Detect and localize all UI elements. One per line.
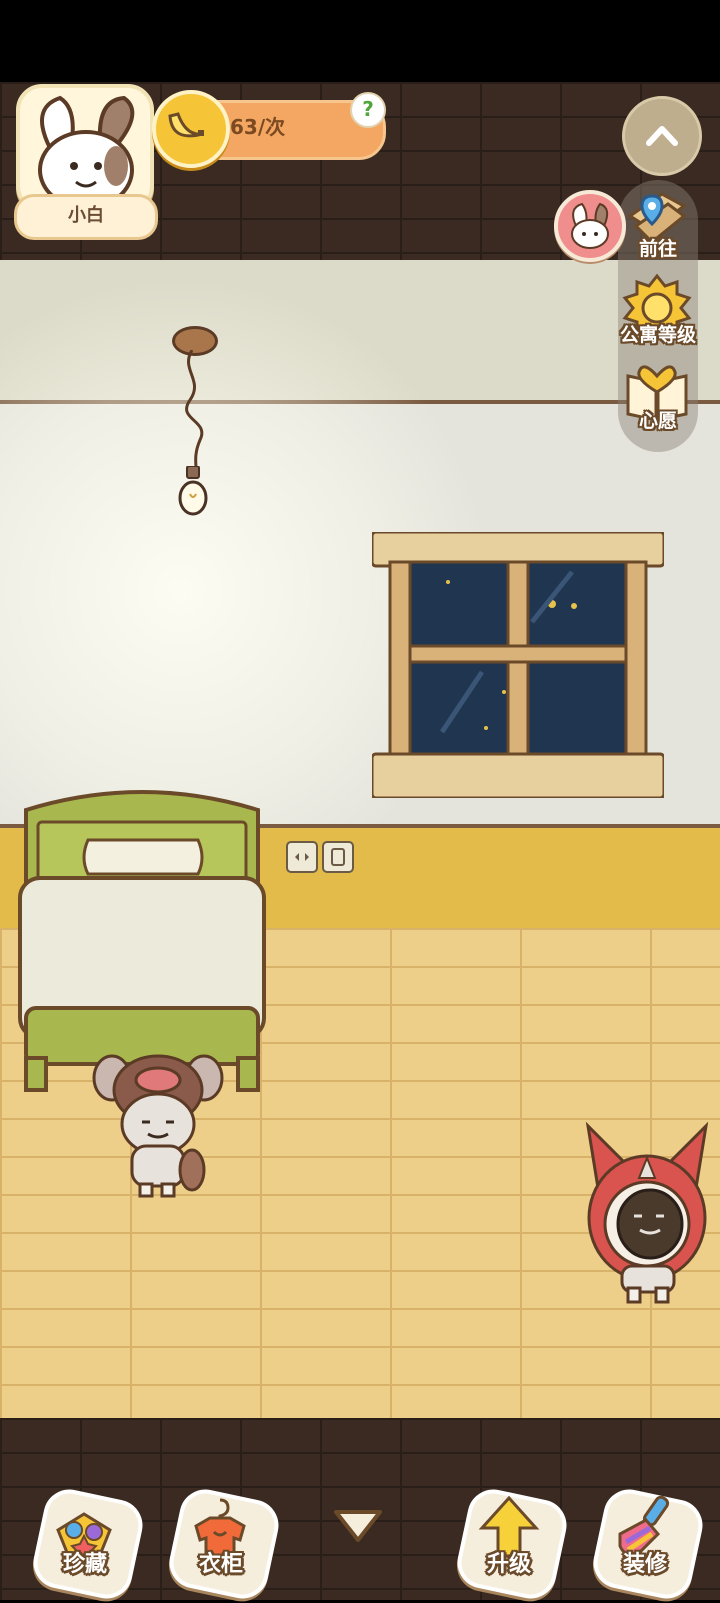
renovate-button[interactable]: 装修 xyxy=(588,1484,708,1603)
help-button[interactable]: ? xyxy=(350,92,386,128)
green-bed[interactable] xyxy=(14,788,270,1094)
banana-rate-text: 63/次 xyxy=(230,115,286,139)
collapse-bottom-button[interactable] xyxy=(330,1504,386,1548)
night-window xyxy=(372,532,664,798)
cow-costume-character[interactable] xyxy=(92,1050,224,1200)
side-item-wish-label: 心愿 xyxy=(638,410,677,432)
collapse-menu-button[interactable] xyxy=(622,96,702,176)
player-avatar[interactable] xyxy=(16,84,154,212)
renovate-label: 装修 xyxy=(622,1552,667,1577)
wardrobe-label: 衣柜 xyxy=(198,1552,243,1577)
triangle-down-icon xyxy=(334,1510,382,1542)
bunny-face-icon xyxy=(38,95,135,208)
room-scene xyxy=(0,260,720,1418)
treasure-button[interactable]: 珍藏 xyxy=(28,1484,148,1603)
treasure-label: 珍藏 xyxy=(62,1552,107,1577)
wall-outlet xyxy=(286,841,354,873)
bunny-hood-character[interactable] xyxy=(584,1120,710,1306)
player-name-plate: 小白 xyxy=(14,194,158,240)
status-bar xyxy=(0,0,720,82)
lamp-cord xyxy=(185,350,204,469)
side-item-goto-label: 前往 xyxy=(638,238,677,260)
banana-icon xyxy=(152,90,230,168)
upgrade-button[interactable]: 升级 xyxy=(452,1484,572,1603)
player-name: 小白 xyxy=(68,205,104,226)
upgrade-label: 升级 xyxy=(486,1552,531,1577)
side-item-apartment-level-label: 公寓等级 xyxy=(619,324,696,346)
wardrobe-button[interactable]: 衣柜 xyxy=(164,1484,284,1603)
chevron-up-icon xyxy=(646,126,678,146)
light-bulb-icon[interactable] xyxy=(178,466,208,516)
